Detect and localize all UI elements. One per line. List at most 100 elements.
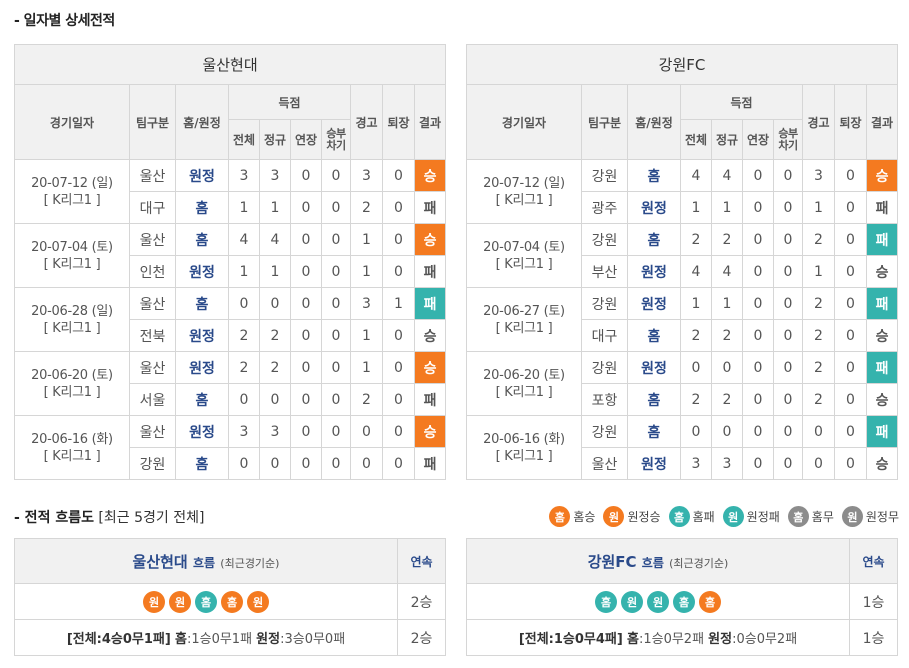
match-date: 20-06-20 (토)	[31, 367, 113, 383]
flow-word: 흐름	[641, 555, 664, 570]
score-total: 2	[228, 319, 260, 352]
flow-circles-cell: 홈원원홈홈	[466, 583, 850, 620]
match-date-cell: 20-06-27 (토)[ K리그1 ]	[466, 287, 582, 352]
score-total: 2	[680, 223, 712, 256]
header-date: 경기일자	[14, 84, 130, 160]
score-extra: 0	[742, 447, 774, 480]
score-regular: 4	[711, 159, 743, 192]
match-row: 20-06-20 (토)[ K리그1 ] 울산 원정 2 2 0 0 1 0 승	[14, 351, 447, 416]
flow-result-icon: 원	[169, 590, 191, 613]
flow-table-left: 울산현대 흐름 (최근경기순) 연속 원원홈홈원 2승 [전체:4승0무1패] …	[14, 538, 446, 656]
score-regular: 0	[711, 415, 743, 448]
venue-cell: 홈	[627, 319, 681, 352]
score-pk: 0	[773, 159, 803, 192]
result-cell: 패	[865, 351, 899, 384]
match-league: [ K리그1 ]	[43, 192, 101, 208]
score-regular: 2	[711, 383, 743, 416]
warn-count: 0	[350, 447, 383, 480]
flow-result-icon: 홈	[595, 590, 617, 613]
match-date-cell: 20-06-20 (토)[ K리그1 ]	[466, 351, 582, 416]
score-extra: 0	[742, 191, 774, 224]
flow-subtitle: [최근 5경기 전체]	[98, 510, 205, 526]
team-cell: 강원	[581, 415, 628, 448]
team-name: 울산현대	[132, 552, 188, 571]
sent-off-count: 0	[834, 287, 867, 320]
team-cell: 울산	[129, 415, 176, 448]
summary-home-label: 홈	[174, 632, 187, 647]
header-team: 팀구분	[581, 84, 628, 160]
score-total: 1	[228, 255, 260, 288]
score-pk: 0	[321, 415, 351, 448]
score-extra: 0	[742, 351, 774, 384]
score-regular: 3	[259, 415, 291, 448]
team-cell: 광주	[581, 191, 628, 224]
team-cell: 대구	[129, 191, 176, 224]
score-extra: 0	[290, 255, 322, 288]
score-regular: 3	[259, 159, 291, 192]
score-total: 1	[228, 191, 260, 224]
header-sent: 퇴장	[834, 84, 867, 160]
venue-cell: 홈	[627, 383, 681, 416]
score-total: 4	[680, 255, 712, 288]
legend-label: 원정무	[865, 510, 899, 524]
team-name: 울산현대	[13, 44, 447, 85]
match-date-cell: 20-07-04 (토)[ K리그1 ]	[14, 223, 130, 288]
warn-count: 1	[350, 223, 383, 256]
match-table-right: 강원FC 경기일자 팀구분 홈/원정 득점 경고 퇴장 결과 전체 정규 연장 …	[465, 44, 899, 480]
result-cell: 승	[413, 223, 447, 256]
score-pk: 0	[773, 351, 803, 384]
flow-title: - 전적 흐름도	[14, 510, 94, 526]
score-regular: 0	[259, 447, 291, 480]
warn-count: 1	[350, 319, 383, 352]
match-league: [ K리그1 ]	[495, 448, 553, 464]
result-badge-icon: 홈	[668, 506, 690, 527]
order-note: (최근경기순)	[669, 556, 729, 570]
flow-result-icon: 홈	[699, 590, 721, 613]
score-total: 0	[228, 447, 260, 480]
score-total: 0	[680, 415, 712, 448]
result-cell: 패	[413, 447, 447, 480]
venue-cell: 원정	[175, 351, 229, 384]
flow-result-icon: 홈	[221, 590, 243, 613]
sent-off-count: 0	[382, 415, 415, 448]
streak-header: 연속	[849, 538, 898, 584]
section-title: - 일자별 상세전적	[14, 13, 115, 29]
match-league: [ K리그1 ]	[43, 256, 101, 272]
score-regular: 1	[259, 191, 291, 224]
result-cell: 승	[865, 447, 899, 480]
score-extra: 0	[290, 287, 322, 320]
match-date: 20-07-04 (토)	[483, 239, 565, 255]
team-cell: 대구	[581, 319, 628, 352]
team-cell: 울산	[129, 159, 176, 192]
warn-count: 2	[802, 223, 835, 256]
match-date: 20-07-12 (일)	[483, 175, 565, 191]
score-regular: 2	[259, 351, 291, 384]
score-pk: 0	[773, 415, 803, 448]
score-regular: 2	[711, 223, 743, 256]
score-total: 2	[680, 383, 712, 416]
venue-cell: 홈	[175, 223, 229, 256]
match-date-cell: 20-07-12 (일)[ K리그1 ]	[14, 159, 130, 224]
result-cell: 패	[865, 415, 899, 448]
sent-off-count: 1	[382, 287, 415, 320]
flow-result-icon: 홈	[673, 590, 695, 613]
legend-item: 원 원정무	[841, 506, 899, 527]
team-cell: 포항	[581, 383, 628, 416]
summary-away: :0승0무2패	[732, 632, 798, 647]
warn-count: 1	[802, 191, 835, 224]
score-pk: 0	[773, 255, 803, 288]
header-result: 결과	[865, 84, 899, 160]
warn-count: 2	[350, 383, 383, 416]
team-cell: 울산	[129, 287, 176, 320]
warn-count: 2	[802, 351, 835, 384]
match-date-cell: 20-06-16 (화)[ K리그1 ]	[14, 415, 130, 480]
score-pk: 0	[321, 383, 351, 416]
flow-table-right: 강원FC 흐름 (최근경기순) 연속 홈원원홈홈 1승 [전체:1승0무4패] …	[466, 538, 898, 656]
score-extra: 0	[290, 159, 322, 192]
order-note: (최근경기순)	[220, 556, 280, 570]
sent-off-count: 0	[382, 319, 415, 352]
header-extra: 연장	[290, 119, 322, 160]
warn-count: 3	[350, 287, 383, 320]
match-table-left: 울산현대 경기일자 팀구분 홈/원정 득점 경고 퇴장 결과 전체 정규 연장 …	[13, 44, 447, 480]
venue-cell: 원정	[627, 191, 681, 224]
